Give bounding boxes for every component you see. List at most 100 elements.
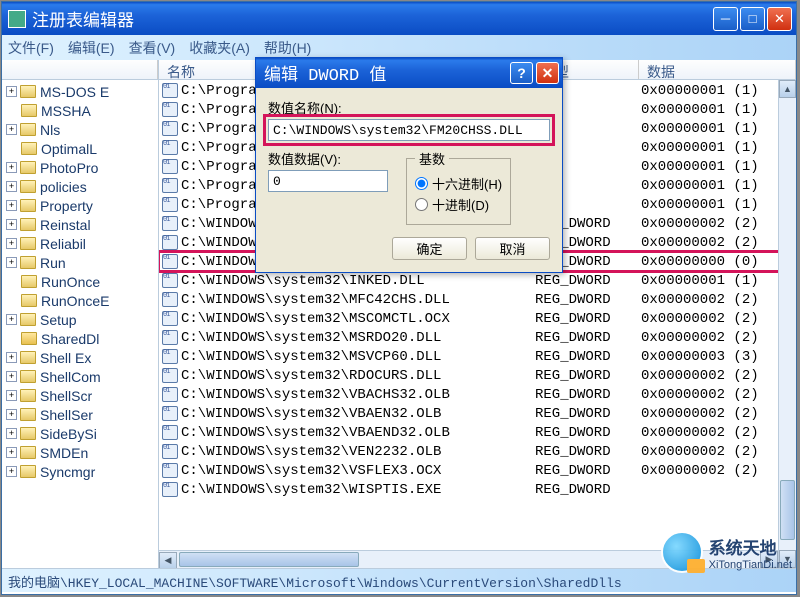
- expand-icon[interactable]: +: [6, 314, 17, 325]
- scroll-up-icon[interactable]: ▲: [779, 80, 796, 98]
- tree-label: OptimalL: [41, 141, 97, 157]
- tree-label: Nls: [40, 122, 60, 138]
- tree-item[interactable]: + Nls: [2, 120, 158, 139]
- hex-radio[interactable]: [415, 177, 428, 190]
- menu-help[interactable]: 帮助(H): [264, 38, 311, 58]
- binary-icon: [162, 463, 178, 478]
- list-row[interactable]: C:\WINDOWS\system32\MSCOMCTL.OCXREG_DWOR…: [159, 309, 796, 328]
- tree-label: MS-DOS E: [40, 84, 109, 100]
- list-row[interactable]: C:\WINDOWS\system32\RDOCURS.DLLREG_DWORD…: [159, 366, 796, 385]
- cell-data: 0x00000000 (0): [641, 254, 759, 270]
- folder-icon: [20, 256, 36, 269]
- binary-icon: [162, 273, 178, 288]
- tree-label: SideBySi: [40, 426, 97, 442]
- binary-icon: [162, 444, 178, 459]
- list-row[interactable]: C:\WINDOWS\system32\INKED.DLLREG_DWORD0x…: [159, 271, 796, 290]
- tree-item[interactable]: +Setup: [2, 310, 158, 329]
- expand-icon[interactable]: +: [6, 352, 17, 363]
- expand-icon[interactable]: +: [6, 200, 17, 211]
- value-name-label: 数值名称(N):: [268, 98, 550, 117]
- list-row[interactable]: C:\WINDOWS\system32\MSVCP60.DLLREG_DWORD…: [159, 347, 796, 366]
- expand-icon[interactable]: +: [6, 390, 17, 401]
- cell-name: C:\WINDOWS\system32\MSRDO20.DLL: [181, 330, 535, 346]
- maximize-button[interactable]: □: [740, 7, 765, 31]
- cell-data: 0x00000001 (1): [641, 178, 759, 194]
- tree-item[interactable]: +ShellScr: [2, 386, 158, 405]
- list-row[interactable]: C:\WINDOWS\system32\VEN2232.OLBREG_DWORD…: [159, 442, 796, 461]
- tree-item[interactable]: +Syncmgr: [2, 462, 158, 481]
- list-row[interactable]: C:\WINDOWS\system32\VBAEND32.OLBREG_DWOR…: [159, 423, 796, 442]
- close-button[interactable]: ✕: [767, 7, 792, 31]
- tree-item[interactable]: + Property: [2, 196, 158, 215]
- tree-item[interactable]: +Shell Ex: [2, 348, 158, 367]
- tree-item[interactable]: + MS-DOS E: [2, 82, 158, 101]
- cancel-button[interactable]: 取消: [475, 237, 550, 260]
- expand-icon[interactable]: +: [6, 86, 17, 97]
- tree-item[interactable]: + ShellSer: [2, 405, 158, 424]
- menu-edit[interactable]: 编辑(E): [68, 38, 115, 58]
- minimize-button[interactable]: ─: [713, 7, 738, 31]
- cell-type: REG_DWORD: [535, 349, 641, 365]
- tree-label: Run: [40, 255, 66, 271]
- ok-button[interactable]: 确定: [392, 237, 467, 260]
- tree-item[interactable]: RunOnce: [2, 272, 158, 291]
- value-name-input[interactable]: [268, 119, 550, 141]
- expand-icon[interactable]: +: [6, 238, 17, 249]
- tree-label: ShellSer: [40, 407, 93, 423]
- binary-icon: [162, 140, 178, 155]
- dec-radio[interactable]: [415, 198, 428, 211]
- hex-label: 十六进制(H): [432, 174, 502, 193]
- list-row[interactable]: C:\WINDOWS\system32\VBACHS32.OLBREG_DWOR…: [159, 385, 796, 404]
- menu-view[interactable]: 查看(V): [129, 38, 176, 58]
- expand-icon[interactable]: +: [6, 219, 17, 230]
- expand-icon[interactable]: +: [6, 257, 17, 268]
- expand-icon[interactable]: +: [6, 409, 17, 420]
- tree-item[interactable]: + PhotoPro: [2, 158, 158, 177]
- tree-item[interactable]: +policies: [2, 177, 158, 196]
- tree-item[interactable]: SharedDl: [2, 329, 158, 348]
- tree-item[interactable]: OptimalL: [2, 139, 158, 158]
- scroll-left-icon[interactable]: ◀: [159, 552, 177, 568]
- expand-icon[interactable]: +: [6, 124, 17, 135]
- expand-icon[interactable]: +: [6, 371, 17, 382]
- tree-item[interactable]: + SMDEn: [2, 443, 158, 462]
- binary-icon: [162, 311, 178, 326]
- expand-icon[interactable]: +: [6, 447, 17, 458]
- tree-label: Property: [40, 198, 93, 214]
- tree-label: PhotoPro: [40, 160, 98, 176]
- list-row[interactable]: C:\WINDOWS\system32\MFC42CHS.DLLREG_DWOR…: [159, 290, 796, 309]
- list-row[interactable]: C:\WINDOWS\system32\MSRDO20.DLLREG_DWORD…: [159, 328, 796, 347]
- tree-item[interactable]: +Reinstal: [2, 215, 158, 234]
- dec-label: 十进制(D): [432, 195, 489, 214]
- binary-icon: [162, 235, 178, 250]
- dialog-close-button[interactable]: ✕: [536, 62, 559, 84]
- list-row[interactable]: C:\WINDOWS\system32\WISPTIS.EXEREG_DWORD: [159, 480, 796, 499]
- cell-name: C:\WINDOWS\system32\MSVCP60.DLL: [181, 349, 535, 365]
- tree-item[interactable]: + Run: [2, 253, 158, 272]
- tree-label: RunOnce: [41, 274, 100, 290]
- menu-favorites[interactable]: 收藏夹(A): [189, 38, 250, 58]
- expand-icon[interactable]: +: [6, 181, 17, 192]
- tree-item[interactable]: RunOnceE: [2, 291, 158, 310]
- folder-icon: [21, 142, 37, 155]
- tree-item[interactable]: +Reliabil: [2, 234, 158, 253]
- folder-icon: [20, 370, 36, 383]
- vertical-scrollbar[interactable]: ▲ ▼: [778, 80, 796, 568]
- col-data[interactable]: 数据: [639, 60, 796, 79]
- value-data-input[interactable]: [268, 170, 388, 192]
- list-row[interactable]: C:\WINDOWS\system32\VSFLEX3.OCXREG_DWORD…: [159, 461, 796, 480]
- cell-type: REG_DWORD: [535, 444, 641, 460]
- dialog-help-button[interactable]: ?: [510, 62, 533, 84]
- tree-item[interactable]: MSSHA: [2, 101, 158, 120]
- tree-item[interactable]: +ShellCom: [2, 367, 158, 386]
- list-row[interactable]: C:\WINDOWS\system32\VBAEN32.OLBREG_DWORD…: [159, 404, 796, 423]
- expand-icon[interactable]: +: [6, 428, 17, 439]
- tree-item[interactable]: + SideBySi: [2, 424, 158, 443]
- scroll-thumb-h[interactable]: [179, 552, 359, 567]
- cell-data: 0x00000002 (2): [641, 463, 759, 479]
- cell-data: 0x00000002 (2): [641, 387, 759, 403]
- menu-file[interactable]: 文件(F): [8, 38, 54, 58]
- tree-label: SMDEn: [40, 445, 88, 461]
- expand-icon[interactable]: +: [6, 162, 17, 173]
- expand-icon[interactable]: +: [6, 466, 17, 477]
